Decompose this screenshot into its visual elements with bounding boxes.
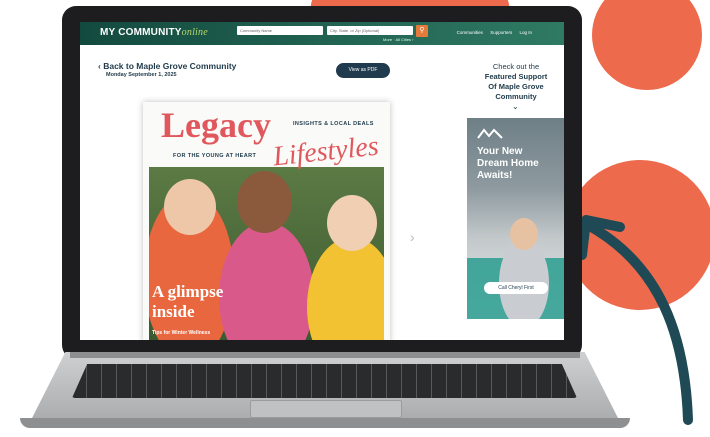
top-nav: MY COMMUNITYonline Community Name City, … [80, 22, 564, 45]
nav-link-supporters[interactable]: Supporters [490, 30, 512, 35]
person-right-face [327, 195, 377, 251]
chevron-left-icon: ‹ [98, 61, 101, 71]
laptop-screen: MY COMMUNITYonline Community Name City, … [80, 22, 564, 340]
back-link[interactable]: ‹ Back to Maple Grove Community [98, 61, 236, 71]
person-right [307, 237, 384, 340]
logo-accent: online [181, 27, 208, 38]
magazine-tagline: FOR THE YOUNG AT HEART [173, 153, 257, 159]
cover-headline-line-2: inside [152, 302, 195, 321]
cover-subheadline: Tips for Winter Wellness [152, 330, 211, 336]
person-middle-face [237, 171, 292, 233]
nav-link-communities[interactable]: Communities [457, 30, 483, 35]
laptop-foot [20, 418, 630, 428]
featured-support-heading: Check out the Featured Support Of Maple … [476, 62, 556, 102]
ad-headline-line-2: Dream Home [477, 158, 539, 169]
logo-main: MY COMMUNITY [100, 27, 182, 38]
magazine-title-main: Legacy [161, 105, 271, 145]
view-pdf-button[interactable]: View as PDF [336, 63, 390, 78]
community-search-input[interactable]: Community Name [237, 26, 323, 35]
coral-circle-top-right [592, 0, 702, 90]
back-link-label: Back to Maple Grove Community [103, 61, 237, 71]
chevron-right-icon: › [410, 229, 415, 245]
agent-photo-body [499, 238, 549, 319]
ad-headline: Your New Dream Home Awaits! [477, 146, 539, 182]
laptop-keyboard [72, 364, 577, 398]
more-cities-link[interactable]: More · All Cities › [383, 37, 413, 42]
city-search-input[interactable]: City, State, or Zip (Optional) [327, 26, 413, 35]
nav-links: Communities Supporters Log In [451, 30, 532, 35]
search-icon: ⚲ [419, 27, 425, 34]
chevron-down-icon[interactable]: ⌄ [512, 102, 519, 111]
person-left-face [164, 179, 216, 235]
site-logo[interactable]: MY COMMUNITYonline [100, 27, 208, 38]
person-middle [219, 222, 314, 340]
issue-date: Monday September 1, 2025 [106, 72, 177, 78]
search-button[interactable]: ⚲ [416, 25, 428, 37]
featured-line-4: Community [495, 92, 537, 101]
next-page-arrow[interactable]: › [410, 229, 415, 245]
featured-line-3: Of Maple Grove [488, 82, 544, 91]
ad-headline-line-3: Awaits! [477, 170, 513, 181]
cover-headline: A glimpse inside [152, 282, 223, 322]
cover-headline-line-1: A glimpse [152, 282, 224, 301]
laptop-trackpad [250, 400, 402, 418]
featured-line-1: Check out the [492, 62, 540, 71]
ad-headline-line-1: Your New [477, 146, 523, 157]
magazine-cover[interactable]: Legacy INSIGHTS & LOCAL DEALS FOR THE YO… [143, 102, 390, 340]
call-agent-button[interactable]: Call Cheryl First [484, 282, 548, 294]
featured-line-2: Featured Support [484, 72, 548, 81]
featured-ad[interactable]: Your New Dream Home Awaits! Call Cheryl … [467, 118, 564, 319]
ad-logo-icon [477, 128, 503, 139]
magazine-insights: INSIGHTS & LOCAL DEALS [293, 121, 374, 127]
laptop-hinge [70, 352, 580, 358]
agent-photo-face [510, 218, 538, 250]
nav-link-login[interactable]: Log In [519, 30, 532, 35]
